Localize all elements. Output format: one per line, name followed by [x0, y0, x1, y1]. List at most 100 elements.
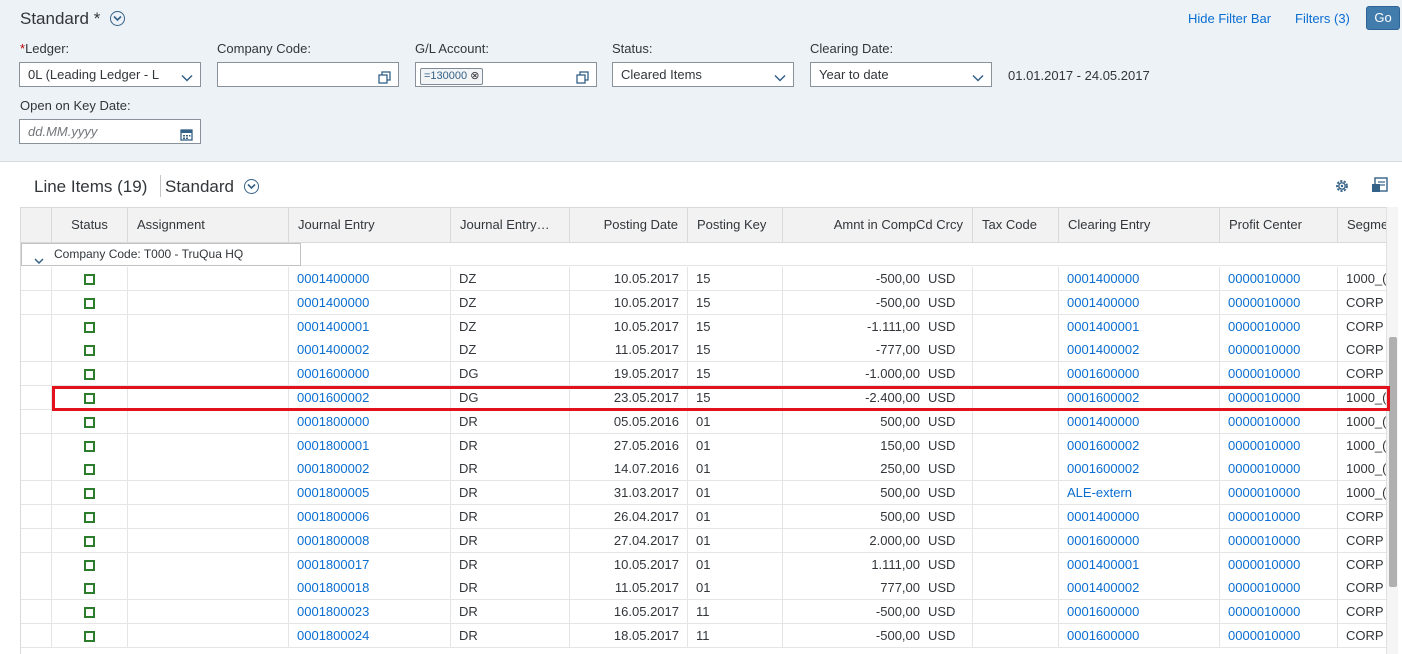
chevron-down-icon[interactable]: [972, 68, 984, 86]
column-header-assignment[interactable]: Assignment: [128, 208, 289, 243]
row-selector[interactable]: [21, 362, 52, 387]
column-header-clearing-entry[interactable]: Clearing Entry: [1059, 208, 1220, 243]
profit-center-link[interactable]: 0000010000: [1220, 624, 1338, 648]
column-header-posting-date[interactable]: Posting Date: [570, 208, 688, 243]
profit-center-link[interactable]: 0000010000: [1220, 362, 1338, 387]
value-help-icon[interactable]: [576, 68, 589, 86]
profit-center-link[interactable]: 0000010000: [1220, 409, 1338, 434]
row-selector[interactable]: [21, 624, 52, 648]
table-row[interactable]: 0001400002 DZ 11.05.2017 15 -777,00 USD 000140…: [21, 338, 1386, 363]
clearing-entry-link[interactable]: 0001600002: [1059, 433, 1220, 458]
profit-center-link[interactable]: 0000010000: [1220, 552, 1338, 577]
row-selector[interactable]: [21, 267, 52, 291]
column-header-profit-center[interactable]: Profit Center: [1220, 208, 1338, 243]
scrollbar-thumb[interactable]: [1389, 337, 1397, 587]
journal-entry-link[interactable]: 0001800002: [289, 457, 451, 482]
journal-entry-link[interactable]: 0001800023: [289, 600, 451, 625]
filters-link[interactable]: Filters (3): [1295, 11, 1350, 26]
calendar-icon[interactable]: [180, 125, 193, 143]
journal-entry-link[interactable]: 0001800008: [289, 528, 451, 553]
profit-center-link[interactable]: 0000010000: [1220, 481, 1338, 506]
journal-entry-link[interactable]: 0001800006: [289, 505, 451, 529]
journal-entry-link[interactable]: 0001400000: [289, 290, 451, 315]
company-code-input[interactable]: [217, 62, 399, 87]
table-row[interactable]: 0001800001 DR 27.05.2016 01 150,00 USD 0001600…: [21, 433, 1386, 458]
remove-token-icon[interactable]: ⊗: [470, 70, 479, 82]
clearing-entry-link[interactable]: 0001600000: [1059, 528, 1220, 553]
gl-account-token[interactable]: =130000 ⊗: [420, 68, 484, 85]
table-row[interactable]: 0001800018 DR 11.05.2017 01 777,00 USD 0001400…: [21, 576, 1386, 601]
clearing-entry-link[interactable]: ALE-extern: [1059, 481, 1220, 506]
table-row[interactable]: 0001800024 DR 18.05.2017 11 -500,00 USD 000160…: [21, 624, 1386, 648]
row-selector[interactable]: [21, 290, 52, 315]
clearing-entry-link[interactable]: 0001400001: [1059, 314, 1220, 339]
clearing-entry-link[interactable]: 0001600002: [1059, 386, 1220, 410]
journal-entry-link[interactable]: 0001800001: [289, 433, 451, 458]
table-row[interactable]: 0001800000 DR 05.05.2016 01 500,00 USD 0001400…: [21, 409, 1386, 434]
gear-icon[interactable]: [1334, 178, 1350, 199]
column-header-status[interactable]: Status: [52, 208, 128, 243]
profit-center-link[interactable]: 0000010000: [1220, 386, 1338, 410]
table-row[interactable]: 0001800006 DR 26.04.2017 01 500,00 USD 0001400…: [21, 505, 1386, 529]
table-row[interactable]: 0001600000 DG 19.05.2017 15 -1.000,00 USD 0001…: [21, 362, 1386, 387]
vertical-scrollbar[interactable]: [1386, 207, 1398, 654]
profit-center-link[interactable]: 0000010000: [1220, 267, 1338, 291]
column-header-journal-entry[interactable]: Journal Entry: [289, 208, 451, 243]
row-selector[interactable]: [21, 338, 52, 363]
column-header-amount[interactable]: Amnt in CompCd Crcy: [783, 208, 973, 243]
table-row[interactable]: 0001800008 DR 27.04.2017 01 2.000,00 USD 00016…: [21, 528, 1386, 553]
status-select[interactable]: Cleared Items: [612, 62, 794, 87]
clearing-entry-link[interactable]: 0001600000: [1059, 600, 1220, 625]
row-selector[interactable]: [21, 505, 52, 529]
clearing-entry-link[interactable]: 0001400001: [1059, 552, 1220, 577]
journal-entry-link[interactable]: 0001800000: [289, 409, 451, 434]
row-selector[interactable]: [21, 528, 52, 553]
clearing-entry-link[interactable]: 0001400000: [1059, 505, 1220, 529]
profit-center-link[interactable]: 0000010000: [1220, 600, 1338, 625]
profit-center-link[interactable]: 0000010000: [1220, 528, 1338, 553]
table-row[interactable]: 0001400001 DZ 10.05.2017 15 -1.111,00 USD 0001…: [21, 314, 1386, 339]
row-selector[interactable]: [21, 314, 52, 339]
journal-entry-link[interactable]: 0001800017: [289, 552, 451, 577]
clearing-entry-link[interactable]: 0001400000: [1059, 267, 1220, 291]
journal-entry-link[interactable]: 0001600000: [289, 362, 451, 387]
journal-entry-link[interactable]: 0001800018: [289, 576, 451, 601]
export-icon[interactable]: [1371, 177, 1389, 199]
clearing-entry-link[interactable]: 0001400000: [1059, 409, 1220, 434]
chevron-down-icon[interactable]: [181, 68, 193, 86]
profit-center-link[interactable]: 0000010000: [1220, 505, 1338, 529]
value-help-icon[interactable]: [378, 68, 391, 86]
variant-chevron-icon[interactable]: [110, 11, 125, 26]
row-selector[interactable]: [21, 600, 52, 625]
row-selector[interactable]: [21, 409, 52, 434]
clearing-entry-link[interactable]: 0001600002: [1059, 457, 1220, 482]
profit-center-link[interactable]: 0000010000: [1220, 338, 1338, 363]
table-row[interactable]: 0001800017 DR 10.05.2017 01 1.111,00 USD 00014…: [21, 552, 1386, 577]
column-header-je-type[interactable]: Journal Entry…: [451, 208, 570, 243]
column-header-segment[interactable]: Segme: [1338, 208, 1386, 243]
table-row[interactable]: 0001800002 DR 14.07.2016 01 250,00 USD 0001600…: [21, 457, 1386, 482]
table-row[interactable]: 0001800005 DR 31.03.2017 01 500,00 USD ALE-ext…: [21, 481, 1386, 506]
table-row[interactable]: 0001400000 DZ 10.05.2017 15 -500,00 USD 000140…: [21, 290, 1386, 315]
profit-center-link[interactable]: 0000010000: [1220, 576, 1338, 601]
table-variant-chevron-icon[interactable]: [244, 179, 259, 194]
profit-center-link[interactable]: 0000010000: [1220, 290, 1338, 315]
header-select-all[interactable]: [21, 208, 52, 243]
table-row[interactable]: 0001400000 DZ 10.05.2017 15 -500,00 USD 000140…: [21, 267, 1386, 291]
clearing-entry-link[interactable]: 0001600000: [1059, 362, 1220, 387]
row-selector[interactable]: [21, 481, 52, 506]
table-row[interactable]: 0001800023 DR 16.05.2017 11 -500,00 USD 000160…: [21, 600, 1386, 625]
column-header-tax-code[interactable]: Tax Code: [973, 208, 1059, 243]
journal-entry-link[interactable]: 0001600002: [289, 386, 451, 410]
row-selector[interactable]: [21, 457, 52, 482]
profit-center-link[interactable]: 0000010000: [1220, 314, 1338, 339]
row-selector[interactable]: [21, 433, 52, 458]
hide-filter-bar-link[interactable]: Hide Filter Bar: [1188, 11, 1271, 26]
profit-center-link[interactable]: 0000010000: [1220, 433, 1338, 458]
column-header-posting-key[interactable]: Posting Key: [688, 208, 783, 243]
journal-entry-link[interactable]: 0001800005: [289, 481, 451, 506]
row-selector[interactable]: [21, 576, 52, 601]
chevron-down-icon[interactable]: [774, 68, 786, 86]
table-row[interactable]: 0001600002 DG 23.05.2017 15 -2.400,00 USD 0001…: [21, 386, 1386, 410]
key-date-input[interactable]: dd.MM.yyyy: [19, 119, 201, 144]
